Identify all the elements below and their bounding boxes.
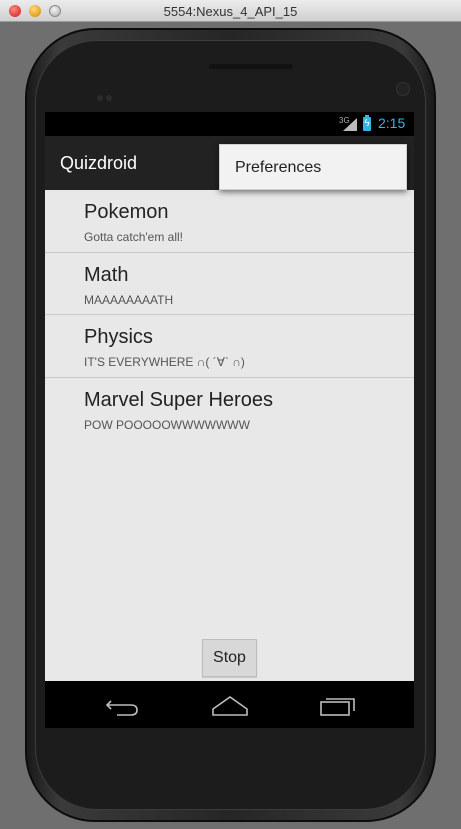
speaker-grille bbox=[209, 64, 293, 69]
topic-item-pokemon[interactable]: Pokemon Gotta catch'em all! bbox=[45, 190, 414, 253]
topic-subtitle: POW POOOOOWWWWWWW bbox=[84, 417, 250, 432]
device-screen: 3G ϟ 2:15 Quizdroid Pokemon Gotta catch'… bbox=[45, 112, 414, 728]
topic-item-physics[interactable]: Physics IT'S EVERYWHERE ∩( ´∀` ∩) bbox=[45, 315, 414, 378]
topic-title: Math bbox=[84, 263, 129, 286]
sensor-dots bbox=[97, 88, 117, 101]
topic-title: Pokemon bbox=[84, 201, 169, 223]
status-bar: 3G ϟ 2:15 bbox=[45, 112, 414, 136]
stop-button[interactable]: Stop bbox=[202, 639, 257, 677]
battery-icon: ϟ bbox=[363, 115, 371, 131]
home-icon[interactable] bbox=[210, 691, 250, 719]
window-titlebar: 5554:Nexus_4_API_15 bbox=[0, 0, 461, 22]
status-time: 2:15 bbox=[378, 115, 406, 131]
camera-icon bbox=[396, 82, 410, 96]
topic-item-math[interactable]: Math MAAAAAAAATH bbox=[45, 253, 414, 315]
topic-item-marvel[interactable]: Marvel Super Heroes POW POOOOOWWWWWWW bbox=[45, 378, 414, 441]
back-icon[interactable] bbox=[103, 691, 143, 719]
navigation-bar bbox=[45, 681, 414, 728]
topic-title: Marvel Super Heroes bbox=[84, 388, 273, 411]
topic-list: Pokemon Gotta catch'em all! Math MAAAAAA… bbox=[45, 190, 414, 440]
window-title: 5554:Nexus_4_API_15 bbox=[163, 4, 298, 19]
recent-apps-icon[interactable] bbox=[317, 691, 357, 719]
signal-icon bbox=[343, 118, 357, 131]
menu-item-preferences[interactable]: Preferences bbox=[235, 159, 321, 177]
topic-title: Physics bbox=[84, 326, 153, 348]
topic-subtitle: Gotta catch'em all! bbox=[84, 230, 183, 244]
topic-subtitle: IT'S EVERYWHERE ∩( ´∀` ∩) bbox=[84, 355, 245, 369]
app-title: Quizdroid bbox=[60, 153, 138, 173]
overflow-menu: Preferences bbox=[219, 144, 407, 190]
topic-subtitle: MAAAAAAAATH bbox=[84, 292, 174, 307]
